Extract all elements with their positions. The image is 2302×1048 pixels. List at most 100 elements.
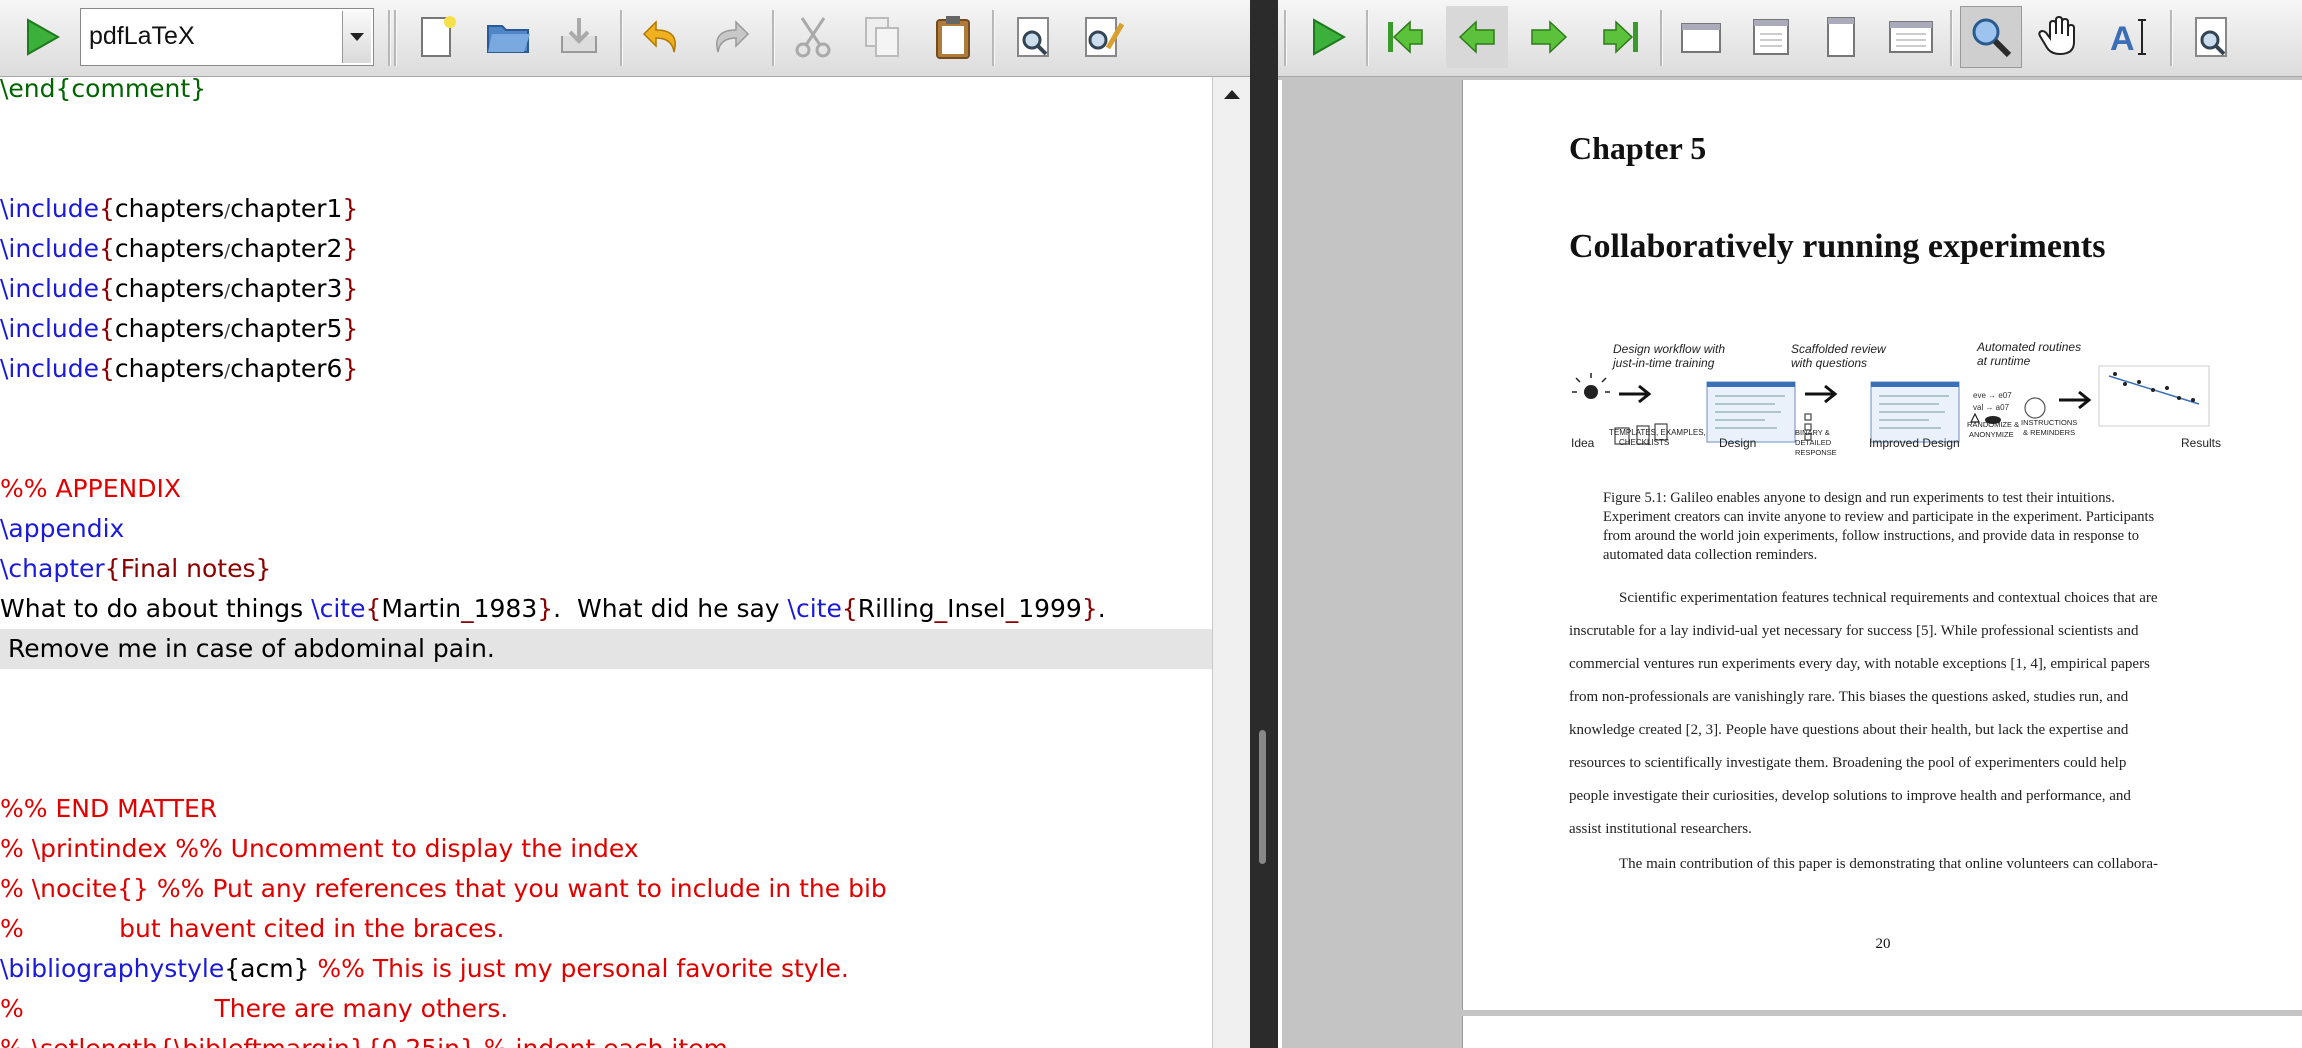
figure-idea-label: Idea — [1571, 436, 1595, 450]
code-line[interactable]: What to do about things \cite{Martin_198… — [0, 589, 1106, 629]
last-page-icon[interactable] — [1590, 6, 1652, 68]
pdf-canvas[interactable]: Chapter 5 Collaboratively running experi… — [1278, 80, 2302, 1048]
code-line[interactable]: % \nocite{} %% Put any references that y… — [0, 869, 887, 909]
next-page-icon[interactable] — [1518, 6, 1580, 68]
new-file-icon[interactable] — [406, 6, 468, 68]
code-token: { — [99, 234, 115, 263]
figure-caption-line: automated data collection reminders. — [1603, 547, 1818, 563]
code-line[interactable]: \include{chapters/chapter6} — [0, 349, 358, 389]
paragraph-line: inscrutable for a lay individ-ual yet ne… — [1569, 623, 2139, 639]
zoom-icon[interactable] — [1960, 6, 2022, 68]
undo-icon[interactable] — [630, 6, 692, 68]
code-token: {acm} — [224, 954, 310, 983]
figure-improved-design-label: Improved Design — [1869, 436, 1960, 450]
results-chart-thumbnail — [2098, 365, 2210, 427]
code-token: chapters — [114, 314, 225, 343]
code-token: \cite — [311, 594, 366, 623]
figure-randomize-label: RANDOMIZE & — [1967, 420, 2020, 429]
code-token: chapters — [114, 194, 225, 223]
cut-icon[interactable] — [782, 6, 844, 68]
code-token: . — [1097, 594, 1106, 623]
code-token: { — [104, 554, 121, 583]
first-page-icon[interactable] — [1374, 6, 1436, 68]
code-token: \include — [0, 314, 99, 343]
scroll-up-icon[interactable] — [1213, 77, 1250, 111]
code-token: . — [553, 594, 562, 623]
open-folder-icon[interactable] — [478, 6, 540, 68]
code-token: What to do about things — [0, 594, 312, 623]
paste-icon[interactable] — [922, 6, 984, 68]
code-token: _ — [934, 594, 948, 623]
figure-instructions-label: INSTRUCTIONS — [2021, 418, 2078, 427]
splitter-handle[interactable] — [1259, 730, 1266, 864]
code-token: . — [486, 634, 495, 663]
figure-anonymize-label: ANONYMIZE — [1969, 430, 2014, 439]
editor-toolbar: pdfLaTeX — [0, 0, 1250, 77]
find-replace-icon[interactable] — [1072, 6, 1134, 68]
code-line[interactable]: \end{comment} — [0, 69, 206, 109]
code-token: { — [365, 594, 382, 623]
svg-text:eve → e07: eve → e07 — [1973, 391, 2012, 400]
code-line-current[interactable]: Remove me in case of abdominal pain. — [0, 629, 1212, 669]
paragraph-line: Scientific experimentation features tech… — [1619, 590, 2158, 606]
code-token: chapter1 — [230, 194, 343, 223]
hand-tool-icon[interactable] — [2030, 6, 2092, 68]
code-line[interactable]: \bibliographystyle{acm} %% This is just … — [0, 949, 849, 989]
code-token: Remove me in case of abdominal pain — [0, 634, 487, 663]
code-token: What did he say — [561, 594, 788, 623]
code-line[interactable]: \include{chapters/chapter3} — [0, 269, 358, 309]
figure-design-label: Design — [1719, 436, 1757, 450]
code-token: \chapter — [0, 554, 105, 583]
paragraph-line: The main contribution of this paper is d… — [1619, 856, 2159, 872]
redo-icon[interactable] — [700, 6, 762, 68]
run-icon[interactable] — [10, 6, 72, 68]
code-line[interactable]: %% APPENDIX — [0, 469, 181, 509]
code-line[interactable]: \include{chapters/chapter2} — [0, 229, 358, 269]
code-token: %% APPENDIX — [0, 474, 181, 503]
figure-binary-label: BINARY & — [1795, 428, 1830, 437]
code-line[interactable]: % \setlength{\bibleftmargin}{0.25in} % i… — [0, 1029, 728, 1048]
code-token: % There are many others. — [0, 994, 509, 1023]
code-line[interactable]: % but havent cited in the braces. — [0, 909, 504, 949]
double-page-icon[interactable] — [1740, 6, 1802, 68]
chapter-number: Chapter 5 — [1569, 130, 1707, 166]
copy-icon[interactable] — [852, 6, 914, 68]
code-line[interactable]: \include{chapters/chapter1} — [0, 189, 358, 229]
code-token: \include — [0, 234, 99, 263]
svg-text:A: A — [2110, 20, 2135, 58]
text-select-icon[interactable]: A — [2100, 6, 2162, 68]
compiler-value: pdfLaTeX — [89, 22, 195, 50]
code-token: chapters — [114, 234, 225, 263]
chevron-down-icon[interactable] — [342, 11, 371, 63]
previous-page-icon[interactable] — [1446, 6, 1508, 68]
pane-divider[interactable] — [1250, 0, 1278, 1048]
code-line[interactable]: \chapter{Final notes} — [0, 549, 271, 589]
facing-pages-icon[interactable] — [1880, 6, 1942, 68]
editor-scrollbar[interactable] — [1212, 77, 1250, 1048]
pdf-viewer-pane: A Chapter 5 Collaboratively running expe… — [1278, 0, 2302, 1048]
single-page-icon[interactable] — [1670, 6, 1732, 68]
continuous-icon[interactable] — [1810, 6, 1872, 68]
code-token: Rilling — [857, 594, 935, 623]
code-token: % \setlength{\bibleftmargin}{0.25in} % i… — [0, 1034, 728, 1048]
save-icon[interactable] — [548, 6, 610, 68]
figure-detailed-label: DETAILED — [1795, 438, 1832, 447]
figure-caption-line: Figure 5.1: Galileo enables anyone to de… — [1603, 490, 2115, 506]
code-token: Final notes — [120, 554, 256, 583]
compile-icon[interactable] — [1296, 6, 1358, 68]
code-line[interactable]: \include{chapters/chapter5} — [0, 309, 358, 349]
next-pdf-page — [1462, 1016, 2302, 1048]
compiler-select[interactable]: pdfLaTeX — [80, 8, 374, 66]
code-line[interactable]: \appendix — [0, 509, 124, 549]
viewer-find-icon[interactable] — [2180, 6, 2242, 68]
code-line[interactable]: % There are many others. — [0, 989, 508, 1029]
code-token: { — [99, 314, 115, 343]
figure-caption-line: Experiment creators can invite anyone to… — [1603, 509, 2155, 525]
figure-step3-label: Automated routines — [1977, 340, 2082, 354]
page-number: 20 — [1875, 936, 1891, 952]
code-editor[interactable]: \end{comment} \include{chapters/chapter1}… — [0, 74, 1212, 1048]
find-icon[interactable] — [1002, 6, 1064, 68]
code-line[interactable]: % \printindex %% Uncomment to display th… — [0, 829, 639, 869]
code-line[interactable]: %% END MATTER — [0, 789, 217, 829]
paragraph-line: commercial ventures run experiments ever… — [1569, 656, 2150, 672]
